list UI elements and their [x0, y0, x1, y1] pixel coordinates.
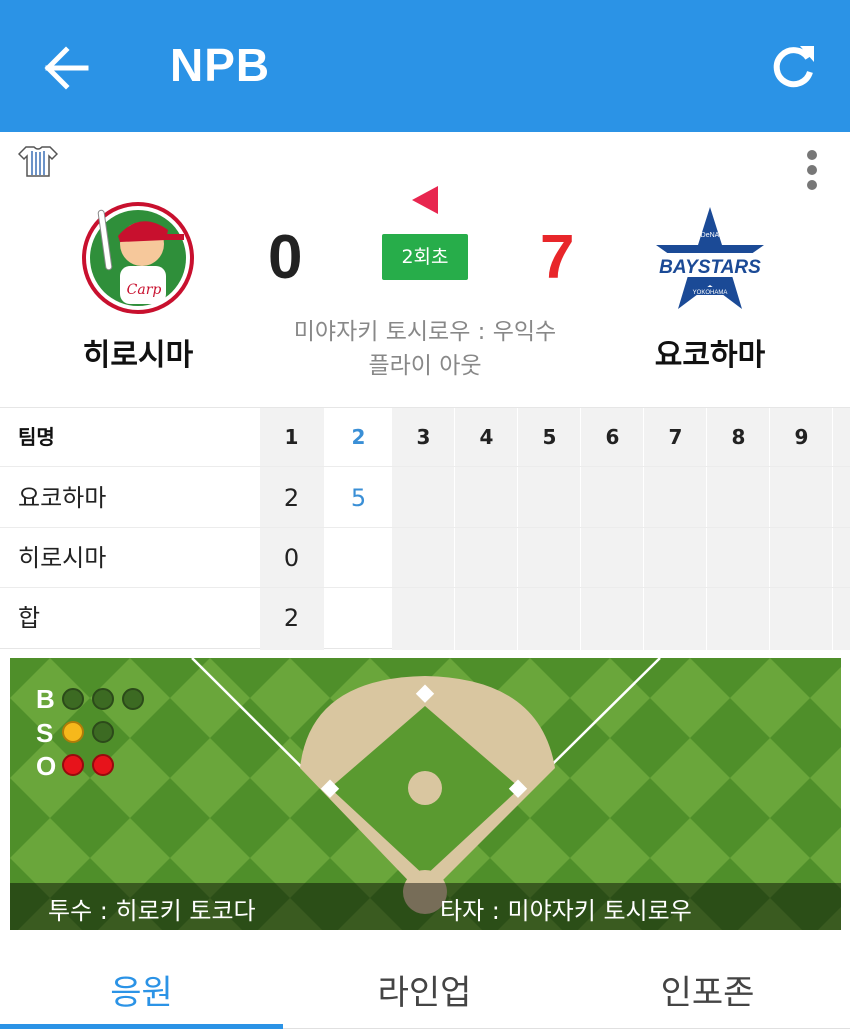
- hiroshima-logo: Carp: [82, 202, 194, 314]
- current-pitcher: 투수 : 히로키 토코다: [48, 897, 256, 925]
- baseball-field: B S O 투수 : 히로키 토코다 타자 : 미야자키 토시로우: [10, 658, 841, 930]
- inning-header: 1: [284, 425, 299, 449]
- team-column-header: 팀명: [18, 425, 55, 449]
- out-indicator-on: [62, 754, 84, 776]
- away-team-name: 요코하마: [654, 338, 766, 373]
- tab-lineup[interactable]: 라인업: [283, 965, 566, 1014]
- strikes-label: S: [36, 718, 54, 748]
- home-team-name: 히로시마: [82, 338, 194, 373]
- current-batter: 타자 : 미야자키 토시로우: [440, 897, 692, 925]
- balls-label: B: [36, 684, 55, 714]
- away-score: 7: [540, 223, 575, 292]
- line-score-row: 요코하마 2 5: [0, 469, 850, 528]
- refresh-icon[interactable]: [768, 42, 818, 92]
- line-score-total-label: 합: [18, 604, 41, 632]
- strike-indicator: [92, 721, 114, 743]
- tab-cheer[interactable]: 응원: [0, 965, 283, 1014]
- tab-infozone[interactable]: 인포존: [566, 965, 849, 1014]
- inning-header: 8: [731, 425, 746, 449]
- ball-indicator: [62, 688, 84, 710]
- svg-text:Carp: Carp: [127, 282, 162, 298]
- inning-header-current: 2: [351, 425, 366, 449]
- inning-score: 2: [283, 484, 300, 512]
- inning-header: 5: [542, 425, 557, 449]
- back-arrow-icon[interactable]: [40, 44, 92, 92]
- svg-text:DeNA: DeNA: [701, 232, 720, 239]
- page-title: NPB: [170, 39, 271, 91]
- inning-header: 7: [668, 425, 683, 449]
- active-tab-indicator: [0, 1024, 283, 1029]
- line-score-team: 히로시마: [18, 544, 107, 572]
- strike-indicator-on: [62, 721, 84, 743]
- inning-badge: 2회초: [382, 234, 468, 280]
- out-indicator-on: [92, 754, 114, 776]
- inning-score: 2: [283, 604, 300, 632]
- outs-label: O: [36, 751, 57, 781]
- svg-text:BAYSTARS: BAYSTARS: [659, 257, 761, 278]
- app-bar: NPB: [0, 0, 850, 132]
- inning-header: 4: [479, 425, 494, 449]
- ball-indicator: [122, 688, 144, 710]
- inning-header: 9: [794, 425, 809, 449]
- svg-text:YOKOHAMA: YOKOHAMA: [693, 290, 728, 296]
- yokohama-logo: BAYSTARS YOKOHAMA DeNA: [656, 207, 764, 309]
- line-score-header-row: 팀명 1 2 3 4 5 6 7 8 9: [0, 408, 850, 467]
- play-description-line1: 미야자키 토시로우 : 우익수: [293, 319, 557, 345]
- home-score: 0: [268, 223, 303, 292]
- more-menu-icon[interactable]: [800, 150, 824, 192]
- bottom-tab-bar: 응원 라인업 인포존: [0, 935, 850, 1033]
- line-score-row: 합 2: [0, 589, 850, 648]
- line-score-team: 요코하마: [18, 484, 107, 512]
- jersey-icon[interactable]: [18, 145, 58, 177]
- inning-score-current: 5: [350, 484, 367, 512]
- inning-header: 6: [605, 425, 620, 449]
- field-info-bar: 투수 : 히로키 토코다 타자 : 미야자키 토시로우: [10, 883, 841, 930]
- inning-score: 0: [283, 544, 300, 572]
- line-score-table: 팀명 1 2 3 4 5 6 7 8 9 요코하마 2 5 히로시마 0 합 2: [0, 407, 850, 650]
- inning-header: 3: [416, 425, 431, 449]
- play-description-line2: 플라이 아웃: [368, 353, 482, 379]
- batting-team-arrow-icon: [412, 186, 438, 214]
- line-score-row: 히로시마 0: [0, 529, 850, 588]
- ball-indicator: [92, 688, 114, 710]
